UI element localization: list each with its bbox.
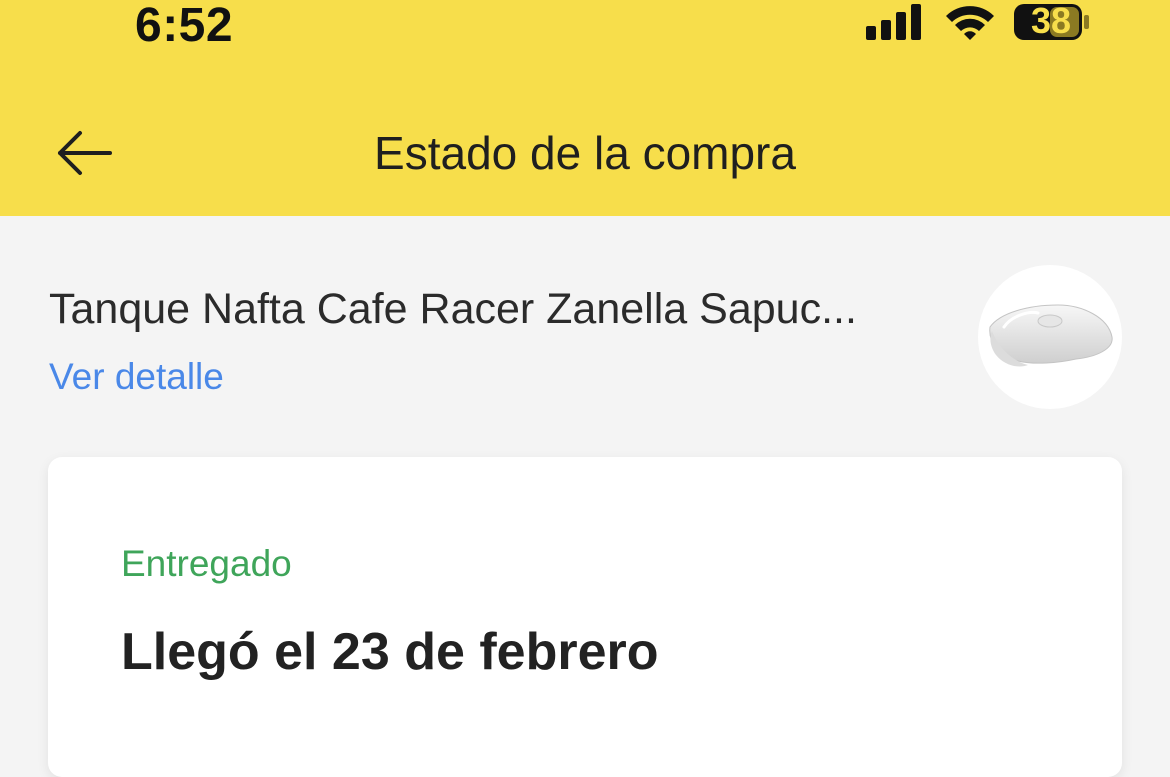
delivery-headline: Llegó el 23 de febrero (121, 623, 659, 681)
product-title: Tanque Nafta Cafe Racer Zanella Sapuc... (49, 285, 857, 333)
view-details-link[interactable]: Ver detalle (49, 353, 224, 401)
battery-icon: 38 (1012, 0, 1090, 44)
fuel-tank-image (989, 304, 1113, 367)
signal-icon (866, 4, 921, 40)
battery-level: 38 (1030, 0, 1072, 41)
shipment-status-card: Entregado Llegó el 23 de febrero (48, 457, 1122, 777)
app-header: 6:52 38 Estado de la compra (0, 0, 1170, 216)
wifi-icon (946, 6, 994, 40)
status-time: 6:52 (135, 0, 234, 52)
status-badge: Entregado (121, 543, 292, 584)
page-title: Estado de la compra (374, 127, 796, 179)
status-icons: 38 (864, 0, 1090, 44)
product-thumbnail[interactable] (978, 265, 1122, 409)
